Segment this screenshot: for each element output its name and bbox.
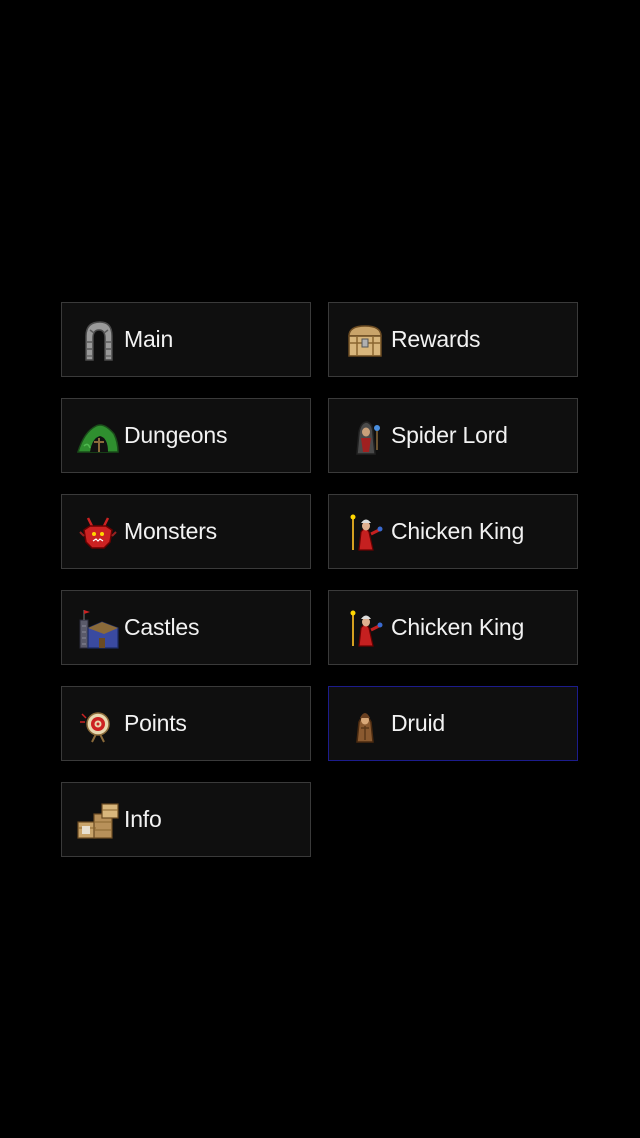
stone-arch-icon (74, 316, 122, 364)
info-button[interactable]: Info (61, 782, 311, 857)
castles-label: Castles (124, 614, 200, 640)
main-label: Main (124, 326, 174, 352)
hooded-wizard-icon (341, 412, 389, 460)
druid-label: Druid (391, 710, 445, 736)
crates-icon (74, 796, 122, 844)
points-label: Points (124, 710, 187, 736)
druid-icon (341, 700, 389, 748)
chicken-king-label: Chicken King (391, 518, 525, 544)
red-mage-icon (341, 508, 389, 556)
red-demon-icon (74, 508, 122, 556)
chicken-king-button[interactable]: Chicken King (328, 590, 578, 665)
red-mage-icon (341, 604, 389, 652)
castles-button[interactable]: Castles (61, 590, 311, 665)
treasure-chest-icon (341, 316, 389, 364)
dungeons-label: Dungeons (124, 422, 228, 448)
rewards-button[interactable]: Rewards (328, 302, 578, 377)
cave-entrance-icon (74, 412, 122, 460)
spider-lord-label: Spider Lord (391, 422, 508, 448)
druid-button[interactable]: Druid (328, 686, 578, 761)
spider-lord-button[interactable]: Spider Lord (328, 398, 578, 473)
dungeons-button[interactable]: Dungeons (61, 398, 311, 473)
menu-grid: Main Rewards Dungeons Spider Lord Monste… (61, 302, 579, 857)
chicken-king-button[interactable]: Chicken King (328, 494, 578, 569)
rewards-label: Rewards (391, 326, 481, 352)
chicken-king-label: Chicken King (391, 614, 525, 640)
info-label: Info (124, 806, 162, 832)
monsters-label: Monsters (124, 518, 217, 544)
points-button[interactable]: Points (61, 686, 311, 761)
main-button[interactable]: Main (61, 302, 311, 377)
castle-icon (74, 604, 122, 652)
archery-target-icon (74, 700, 122, 748)
monsters-button[interactable]: Monsters (61, 494, 311, 569)
